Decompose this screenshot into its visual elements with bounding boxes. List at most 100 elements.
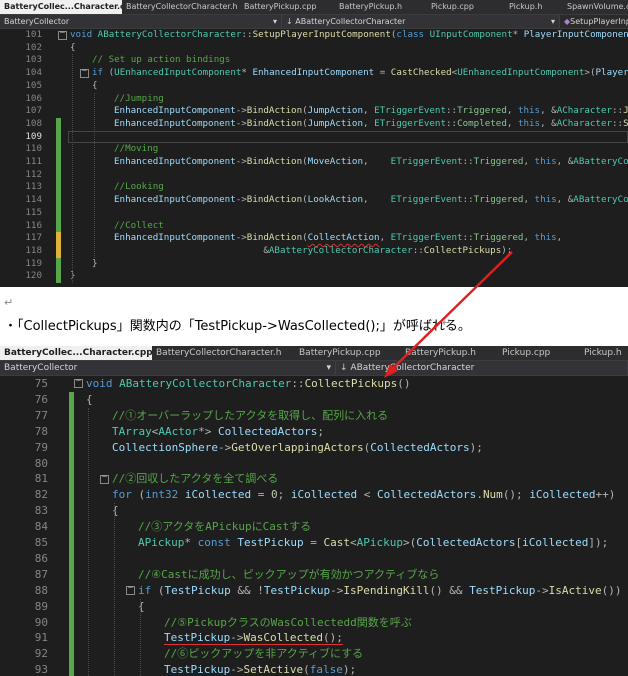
code-line[interactable]: 81 //②回収したアクタを全て調べる — [0, 471, 628, 487]
line-number: 85 — [34, 536, 48, 549]
fold-toggle-icon[interactable] — [74, 376, 83, 389]
fold-toggle-icon[interactable] — [126, 583, 135, 596]
code-editor[interactable]: 75 void ABatteryCollectorCharacter::Colle… — [0, 376, 628, 676]
tab-batterycollectorcharacter-h[interactable]: BatteryCollectorCharacter.h — [122, 0, 240, 14]
code-line[interactable]: 89 { — [0, 599, 628, 615]
code-token: ABatteryCollectorCharacter — [97, 29, 242, 40]
code-token: ; — [277, 488, 291, 502]
code-text: if (TestPickup && !TestPickup->IsPending… — [138, 583, 622, 599]
code-token: , & — [556, 156, 574, 167]
class-icon: ↓ — [340, 363, 351, 373]
code-line[interactable]: 78 TArray<AActor*> CollectedActors; — [0, 424, 628, 440]
code-token: ACharacter — [556, 117, 613, 129]
code-line[interactable]: 75 void ABatteryCollectorCharacter::Colle… — [0, 376, 628, 392]
code-token: * — [241, 67, 253, 79]
code-line[interactable]: 87 //④Castに成功し、ピックアップが有効かつアクティブなら — [0, 567, 628, 583]
code-token: class — [396, 29, 430, 40]
code-token: CastChecked — [390, 67, 452, 79]
code-line[interactable]: 103 // Set up action bindings — [0, 54, 628, 67]
code-line[interactable]: 82 for (int32 iCollected = 0; iCollected … — [0, 487, 628, 503]
code-line[interactable]: 83 { — [0, 503, 628, 519]
member-dropdown[interactable]: ◆SetupPlayerInput — [560, 15, 628, 28]
code-token: UEnhancedInputComponent — [457, 67, 585, 79]
tab-pickup-cpp[interactable]: Pickup.cpp — [498, 346, 580, 360]
code-token: ETriggerEvent — [390, 232, 463, 244]
code-token: , & — [540, 105, 557, 117]
navigation-bar: BatteryCollector ▾ ↓ ABatteryCollectorCh… — [0, 14, 628, 29]
fold-toggle-icon[interactable] — [100, 472, 109, 484]
code-text: { — [92, 80, 98, 93]
line-number: 75 — [34, 377, 48, 390]
project-dropdown[interactable]: BatteryCollector ▾ — [0, 15, 282, 28]
code-token: CollectedActors — [370, 440, 470, 454]
tab-pickup-h[interactable]: Pickup.h — [580, 346, 628, 360]
member-name: SetupPlayerInput — [570, 17, 628, 26]
code-token: = — [374, 67, 391, 79]
code-line[interactable]: 79 CollectionSphere->GetOverlappingActors… — [0, 440, 628, 456]
tab-batterycollec-character-cpp-[interactable]: BatteryCollec...Character.cpp* — [0, 346, 152, 360]
code-line[interactable]: 77 //①オーバーラップしたアクタを取得し、配列に入れる — [0, 408, 628, 424]
code-token: -> — [235, 232, 247, 244]
code-line[interactable]: 90 //⑤PickupクラスのWasCollectedd関数を呼ぶ — [0, 615, 628, 631]
tab-pickup-h[interactable]: Pickup.h — [505, 0, 563, 14]
tab-batterypickup-cpp[interactable]: BatteryPickup.cpp — [240, 0, 335, 14]
code-token: SetupPlayerInputComponent — [252, 29, 391, 40]
code-text: //①オーバーラップしたアクタを取得し、配列に入れる — [112, 408, 388, 424]
tab-batterypickup-cpp[interactable]: BatteryPickup.cpp — [295, 346, 401, 360]
code-line[interactable]: 76 { — [0, 392, 628, 408]
code-token: } — [92, 257, 98, 269]
code-line[interactable]: 101 void ABatteryCollectorCharacter::Setu… — [0, 29, 628, 42]
code-token: ABatteryCollectorCharacter — [268, 244, 413, 256]
code-line[interactable]: 91 TestPickup->WasCollected(); — [0, 630, 628, 646]
code-token: :: — [462, 194, 474, 206]
tab-spawnvolume-cpp[interactable]: SpawnVolume.cpp — [563, 0, 628, 14]
code-token: EnhancedInputComponent — [114, 156, 236, 167]
code-line[interactable]: 119} — [0, 258, 628, 271]
code-line[interactable]: 105 { — [0, 80, 628, 93]
code-text: void ABatteryCollectorCharacter::SetupPl… — [70, 29, 628, 42]
code-line[interactable]: 102 { — [0, 42, 628, 55]
tab-batterypickup-h[interactable]: BatteryPickup.h — [401, 346, 498, 360]
code-line[interactable]: 85 APickup* const TestPickup = Cast<APick… — [0, 535, 628, 551]
code-line[interactable]: 84 //③アクタをAPickupにCastする — [0, 519, 628, 535]
code-token: BindAction — [246, 117, 303, 129]
class-dropdown[interactable]: ↓ ABatteryCollectorCharacter — [336, 361, 628, 375]
code-token: TestPickup — [237, 536, 304, 549]
code-token: CollectAction — [307, 232, 380, 244]
indent-guide — [114, 503, 115, 676]
line-number: 82 — [34, 488, 48, 502]
code-token: TArray — [112, 424, 152, 438]
code-token: ); — [342, 663, 357, 676]
code-line[interactable]: 86 — [0, 551, 628, 567]
code-line[interactable]: 93 TestPickup->SetActive(false); — [0, 662, 628, 676]
code-token: ; — [317, 424, 324, 438]
line-number: 79 — [34, 440, 48, 454]
code-token: ); — [469, 440, 483, 454]
line-number: 81 — [34, 472, 48, 486]
code-line[interactable]: 120} — [0, 270, 628, 283]
code-token: < — [349, 536, 357, 549]
fold-toggle-icon[interactable] — [58, 29, 67, 40]
code-token: EnhancedInputComponent — [114, 232, 236, 244]
code-token: //③アクタをAPickupにCastする — [138, 520, 312, 534]
paragraph-mark: ↵ — [4, 296, 14, 309]
code-token: //Moving — [114, 143, 159, 155]
line-number: 78 — [34, 424, 48, 438]
tab-batterycollectorcharacter-h[interactable]: BatteryCollectorCharacter.h — [152, 346, 295, 360]
tab-batterypickup-h[interactable]: BatteryPickup.h — [335, 0, 427, 14]
tab-batterycollec-character-cpp-[interactable]: BatteryCollec...Character.cpp* — [0, 0, 122, 14]
tab-pickup-cpp[interactable]: Pickup.cpp — [427, 0, 505, 14]
code-line[interactable]: 92 //⑥ピックアップを非アクティブにする — [0, 646, 628, 662]
code-token: iCollected — [529, 488, 596, 502]
class-dropdown[interactable]: ↓ ABatteryCollectorCharacter ▾ — [282, 15, 560, 28]
code-editor[interactable]: 101 void ABatteryCollectorCharacter::Setu… — [0, 29, 628, 287]
code-line[interactable]: 88 if (TestPickup && !TestPickup->IsPendi… — [0, 583, 628, 599]
chevron-down-icon: ▾ — [272, 17, 277, 26]
code-token: this — [517, 105, 541, 117]
fold-toggle-icon[interactable] — [80, 66, 89, 78]
code-text: { — [138, 599, 145, 615]
code-token: for — [112, 488, 139, 502]
project-dropdown[interactable]: BatteryCollector ▾ — [0, 361, 336, 375]
code-line[interactable]: 80 — [0, 456, 628, 472]
code-line[interactable]: 104 if (UEnhancedInputComponent* Enhanced… — [0, 67, 628, 80]
